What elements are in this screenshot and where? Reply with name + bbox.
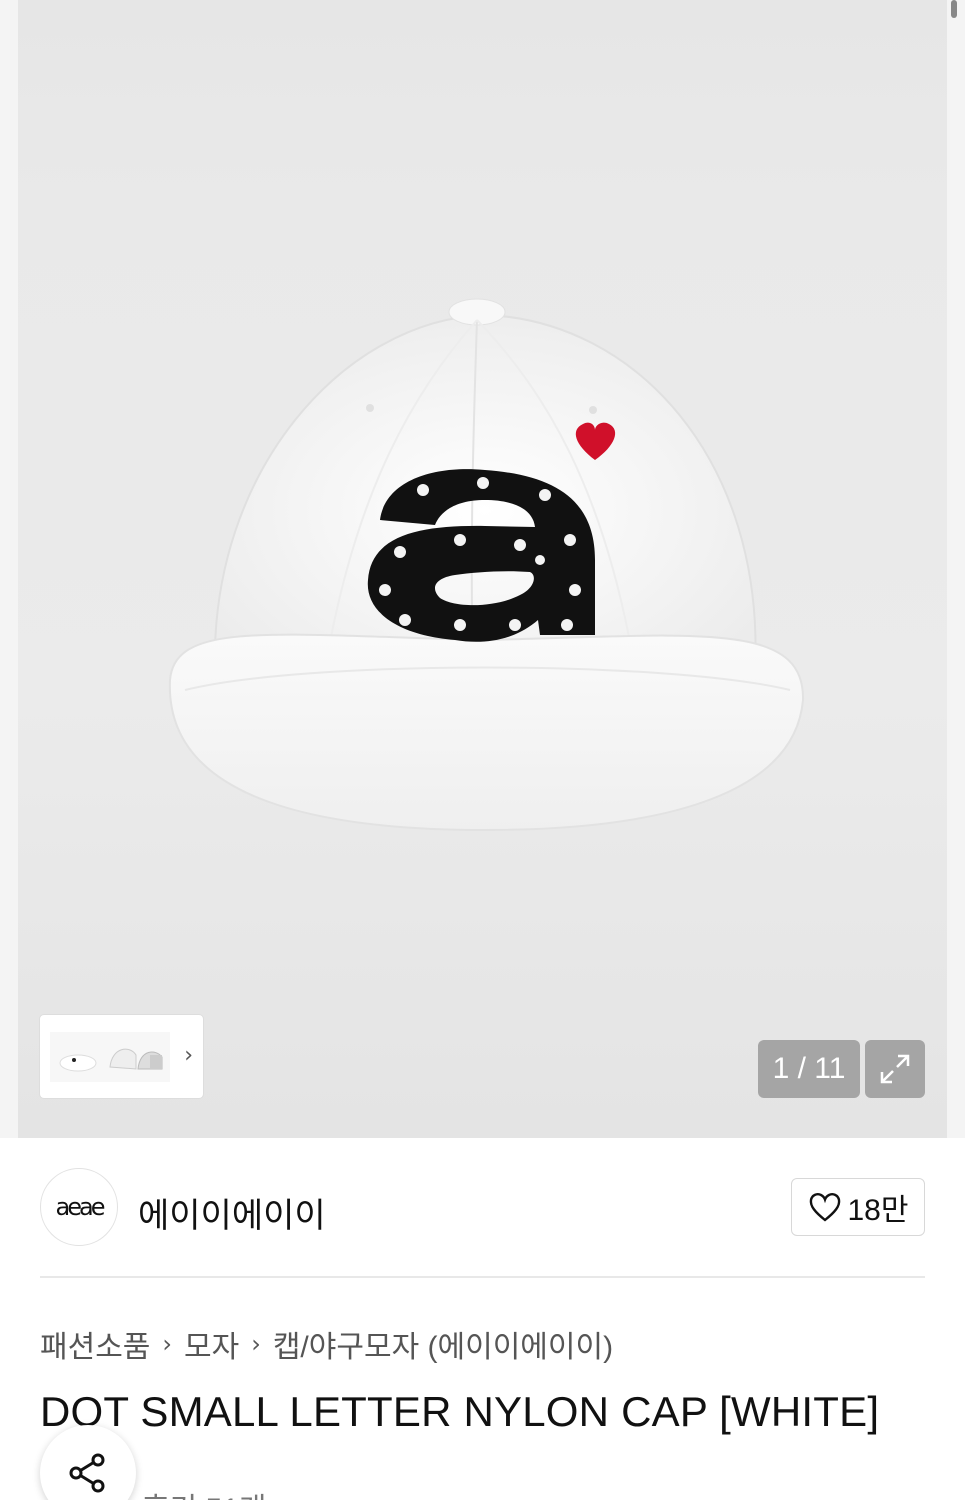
product-image (168, 298, 805, 832)
brand-row: aeae 에이이에이이 18만 (40, 1168, 925, 1248)
product-title: DOT SMALL LETTER NYLON CAP [WHITE] (40, 1388, 880, 1435)
thumbnail-strip[interactable]: › (40, 1015, 203, 1098)
scrollbar-thumb[interactable] (951, 0, 957, 18)
image-counter: 1 / 11 (758, 1040, 860, 1098)
heart-outline-icon (809, 1193, 840, 1222)
breadcrumb-item-hat[interactable]: 모자 (184, 1322, 239, 1366)
thumbnail-images[interactable] (50, 1027, 170, 1087)
gallery-edge-right (947, 0, 965, 1138)
expand-icon[interactable] (865, 1040, 925, 1098)
brand-name[interactable]: 에이이에이이 (138, 1188, 326, 1237)
like-count: 18만 (847, 1194, 909, 1227)
gallery-edge-left (0, 0, 18, 1138)
chevron-right-icon: › (162, 1330, 173, 1358)
share-button[interactable] (40, 1425, 136, 1500)
brand-logo[interactable]: aeae (40, 1168, 118, 1246)
breadcrumb-item-cap[interactable]: 캡/야구모자 (에이이에이이) (273, 1322, 613, 1366)
like-button[interactable]: 18만 (791, 1178, 925, 1236)
review-count[interactable]: 후기 51개 (142, 1484, 267, 1500)
product-image-gallery[interactable]: › 1 / 11 (0, 0, 965, 1138)
divider (40, 1276, 925, 1278)
chevron-right-icon: › (251, 1330, 261, 1358)
share-icon (69, 1453, 105, 1493)
breadcrumb-item-fashion[interactable]: 패션소품 (40, 1322, 150, 1366)
chevron-right-icon[interactable]: › (184, 1043, 193, 1068)
breadcrumb: 패션소품 › 모자 › 캡/야구모자 (에이이에이이) (40, 1322, 613, 1366)
